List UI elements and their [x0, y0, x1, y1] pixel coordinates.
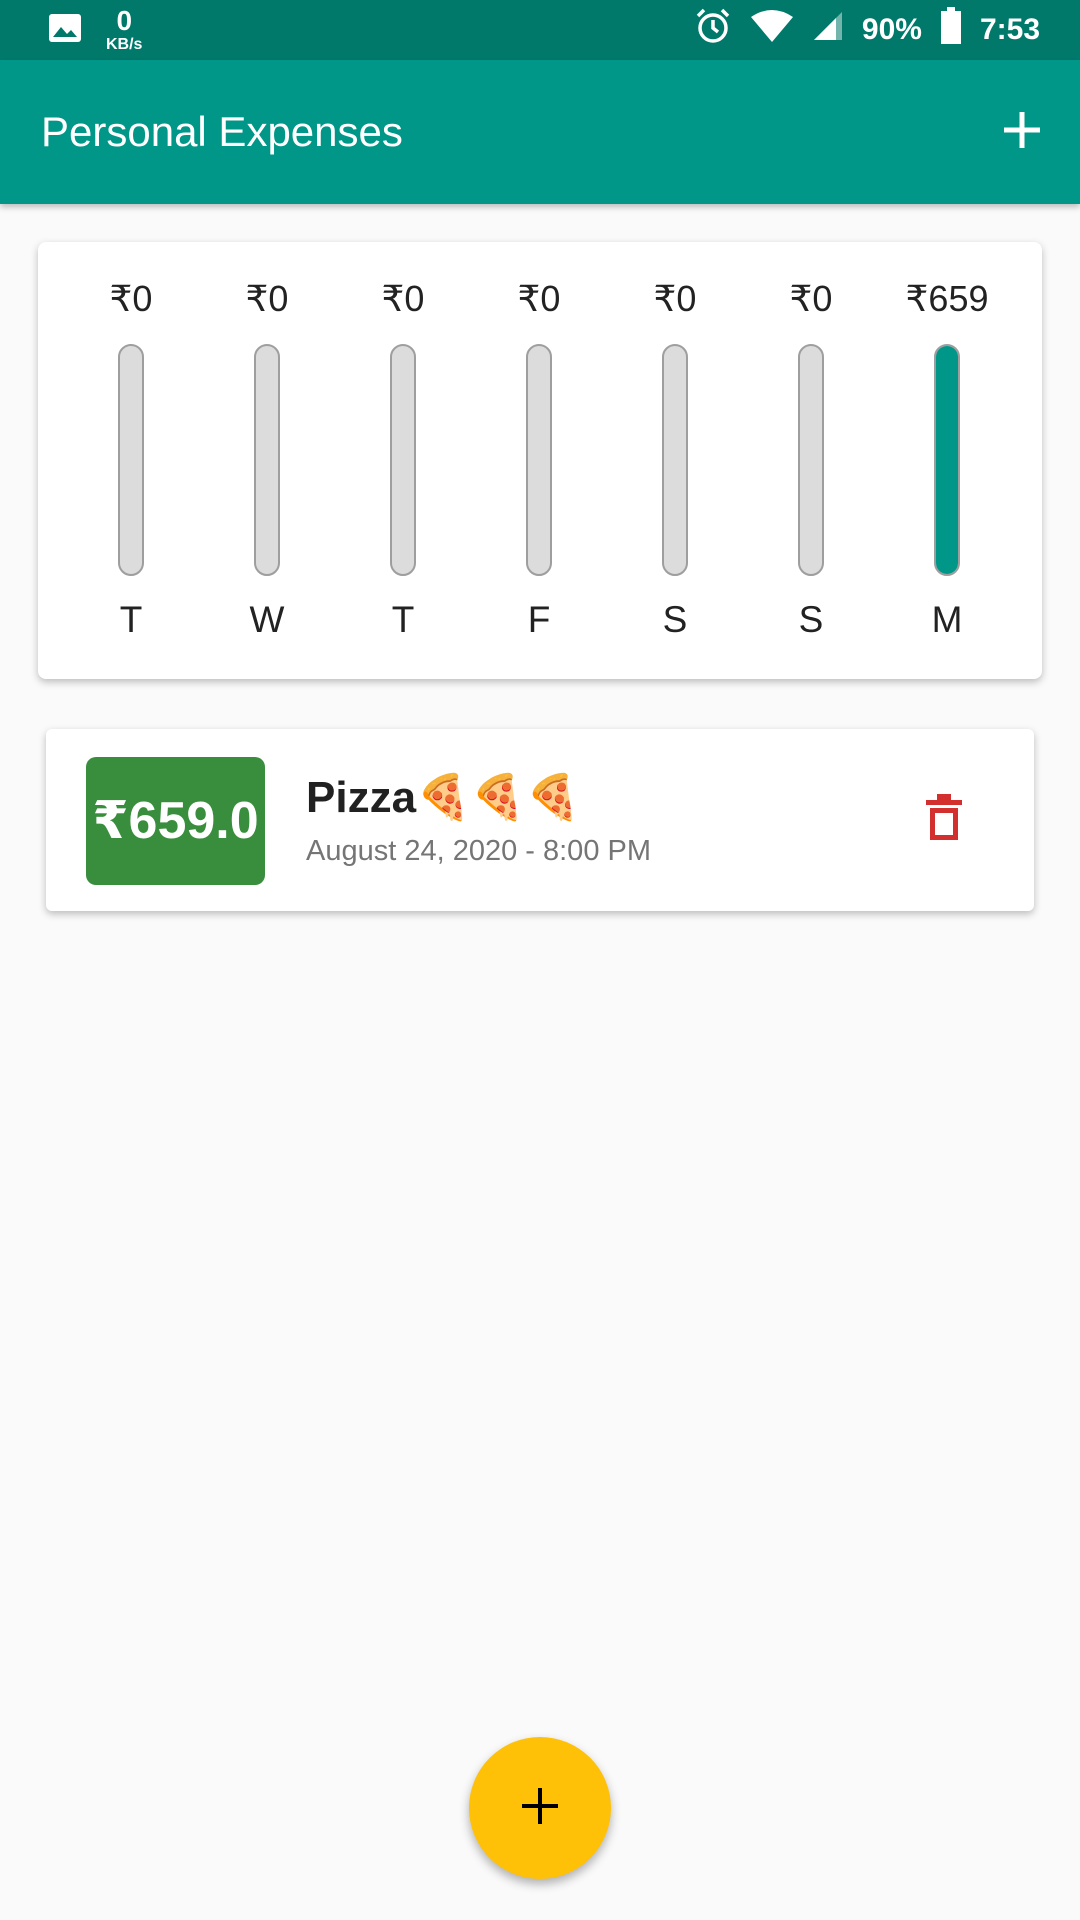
image-notification-icon	[48, 13, 82, 48]
status-bar: 0 KB/s 90% 7:53	[0, 0, 1080, 60]
chart-bar-track	[390, 344, 416, 576]
network-speed: 0 KB/s	[106, 7, 142, 53]
delete-transaction-button[interactable]	[914, 789, 974, 849]
battery-icon	[940, 7, 962, 53]
chart-bar-amount: ₹0	[109, 278, 153, 319]
chart-bar-column: ₹0 F	[479, 242, 599, 679]
chart-bar-amount: ₹0	[381, 278, 425, 319]
plus-icon	[520, 1786, 560, 1831]
chart-day-label: T	[119, 599, 143, 640]
chart-bar-fill	[936, 346, 958, 574]
chart-day-label: S	[662, 599, 688, 640]
chart-bar-column: ₹0 W	[207, 242, 327, 679]
chart-bar-amount: ₹0	[245, 278, 289, 319]
chart-bar-amount: ₹659	[905, 278, 989, 319]
weekly-chart: ₹0 T ₹0 W ₹0 T ₹0 F ₹0 S ₹0 S ₹659 M	[38, 242, 1042, 679]
wifi-icon	[750, 9, 794, 51]
chart-day-label: F	[527, 599, 551, 640]
transaction-date: August 24, 2020 - 8:00 PM	[306, 835, 651, 867]
amount-badge: ₹659.0	[86, 757, 265, 885]
chart-bar-track	[254, 344, 280, 576]
trash-icon	[926, 793, 962, 845]
cell-signal-icon	[812, 10, 844, 50]
chart-day-label: W	[249, 599, 285, 640]
chart-bar-amount: ₹0	[653, 278, 697, 319]
chart-bar-column: ₹0 S	[751, 242, 871, 679]
network-speed-unit: KB/s	[106, 36, 143, 53]
chart-bar-column: ₹0 T	[71, 242, 191, 679]
chart-day-label: M	[931, 599, 963, 640]
chart-bar-amount: ₹0	[789, 278, 833, 319]
clock-time: 7:53	[979, 13, 1040, 46]
chart-bar-column: ₹659 M	[887, 242, 1007, 679]
app-bar: Personal Expenses	[0, 60, 1080, 204]
alarm-icon	[694, 7, 732, 53]
battery-percent: 90%	[861, 13, 922, 46]
chart-bar-track	[934, 344, 960, 576]
network-speed-value: 0	[116, 5, 133, 36]
chart-bar-column: ₹0 S	[615, 242, 735, 679]
chart-day-label: T	[391, 599, 415, 640]
chart-bar-track	[118, 344, 144, 576]
chart-bar-column: ₹0 T	[343, 242, 463, 679]
transaction-item: ₹659.0 Pizza🍕🍕🍕 August 24, 2020 - 8:00 P…	[46, 729, 1034, 911]
chart-bar-track	[662, 344, 688, 576]
chart-bar-amount: ₹0	[517, 278, 561, 319]
transaction-title: Pizza🍕🍕🍕	[306, 773, 581, 822]
chart-bar-track	[798, 344, 824, 576]
chart-bar-track	[526, 344, 552, 576]
page-title: Personal Expenses	[41, 108, 403, 155]
plus-icon	[1002, 110, 1042, 155]
chart-day-label: S	[798, 599, 824, 640]
add-transaction-fab[interactable]	[469, 1737, 611, 1879]
add-expense-button[interactable]	[990, 100, 1054, 164]
